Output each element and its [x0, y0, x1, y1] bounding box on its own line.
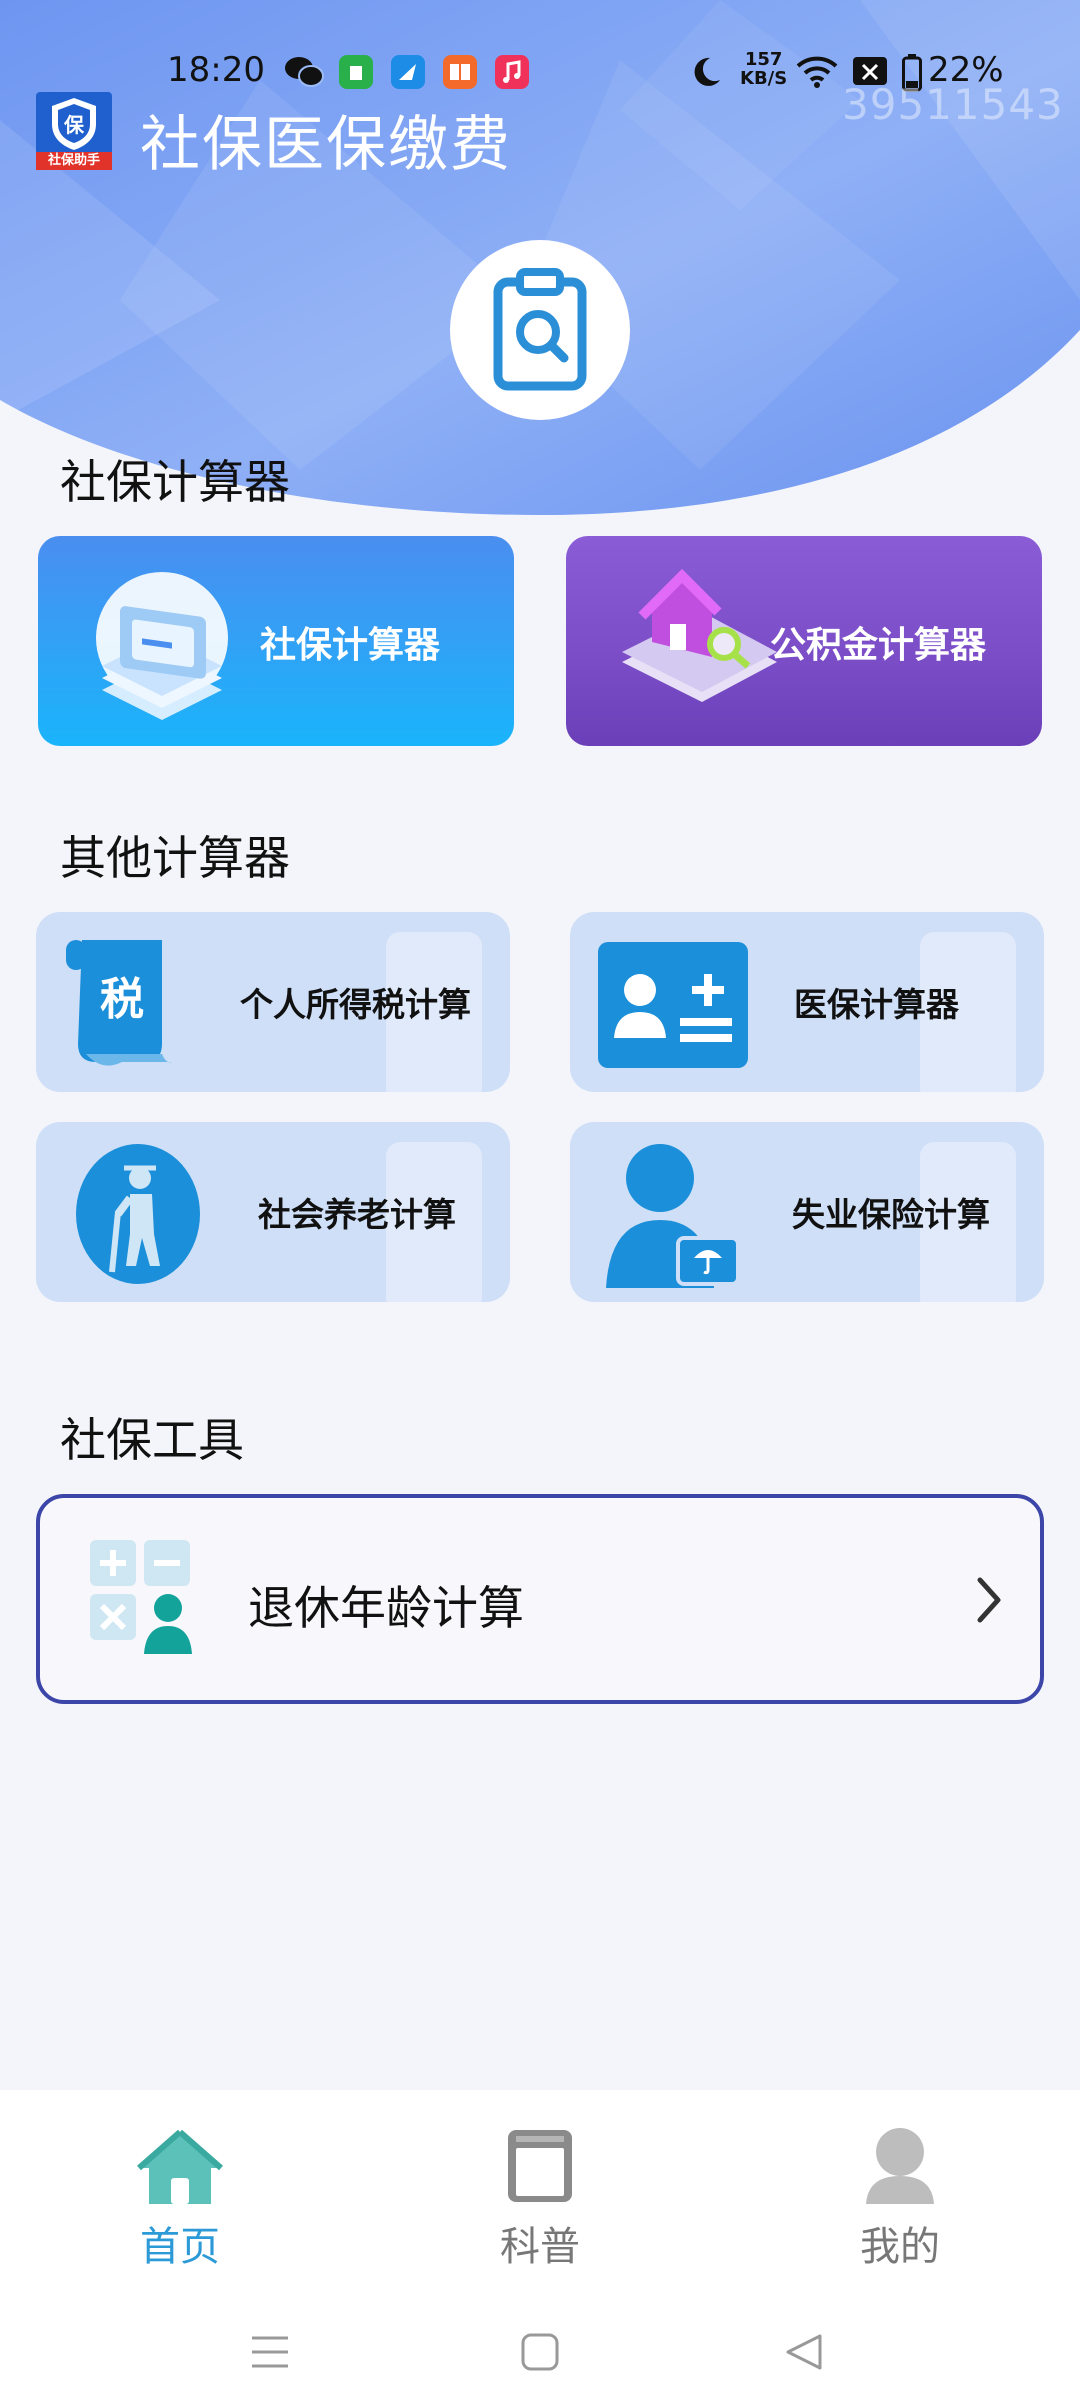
nav-label-home: 首页	[140, 2224, 220, 2270]
network-speed-value: 157	[744, 49, 783, 70]
nav-label-profile: 我的	[860, 2224, 940, 2270]
calculator-person-icon	[90, 1540, 192, 1654]
housing-fund-calc-card[interactable]: 公积金计算器	[566, 536, 1042, 746]
menu-icon[interactable]	[250, 2332, 290, 2372]
nav-label-science: 科普	[500, 2224, 580, 2270]
section-title-social: 社保计算器	[60, 455, 290, 509]
chevron-right-icon	[977, 1577, 1001, 1623]
wechat-icon	[285, 57, 324, 87]
tax-scroll-icon: 税	[66, 940, 172, 1066]
social-calc-label: 社保计算器	[260, 625, 441, 666]
id-card-plus-minus-icon	[598, 942, 748, 1068]
browser-icon	[391, 55, 425, 89]
music-icon	[495, 55, 529, 89]
social-calc-card[interactable]: 社保计算器	[38, 536, 514, 746]
income-tax-calc-card[interactable]: 税 个人所得税计算	[36, 912, 510, 1092]
app-title: 社保医保缴费	[140, 110, 512, 180]
pension-calc-label: 社会养老计算	[258, 1195, 456, 1234]
shield-icon: 保	[52, 98, 96, 150]
app-logo-caption: 社保助手	[36, 152, 112, 170]
section-title-tools: 社保工具	[60, 1413, 244, 1467]
network-speed-unit: KB/S	[740, 68, 788, 89]
network-speed: 157 KB/S	[740, 50, 787, 88]
android-store-icon	[339, 55, 373, 89]
income-tax-calc-label: 个人所得税计算	[240, 985, 471, 1024]
status-time: 18:20	[167, 50, 265, 90]
tax-scroll-text: 税	[100, 974, 144, 1025]
documents-stack-icon	[96, 572, 228, 720]
elderly-person-icon	[76, 1144, 200, 1284]
unemployment-insurance-calc-label: 失业保险计算	[792, 1195, 990, 1234]
nav-item-profile[interactable]: 我的	[800, 2090, 1000, 2290]
header: 18:20 157 KB/S 22% 39511543 保 社保助手 社保医保缴…	[0, 0, 1080, 520]
retirement-age-calc-label: 退休年龄计算	[248, 1581, 524, 1635]
reader-icon	[443, 55, 477, 89]
back-icon[interactable]	[784, 2332, 824, 2372]
unemployment-insurance-calc-card[interactable]: 失业保险计算	[570, 1122, 1044, 1302]
nav-item-science[interactable]: 科普	[440, 2090, 640, 2290]
pension-calc-card[interactable]: 社会养老计算	[36, 1122, 510, 1302]
section-title-other: 其他计算器	[60, 831, 290, 885]
medical-insurance-calc-label: 医保计算器	[794, 985, 959, 1024]
retirement-age-calc-item[interactable]: 退休年龄计算	[36, 1494, 1044, 1704]
watermark: 39511543	[842, 80, 1064, 129]
moon-icon	[694, 57, 720, 86]
home-button-icon[interactable]	[520, 2332, 560, 2372]
house-search-icon	[622, 568, 777, 702]
clipboard-search-icon	[493, 268, 587, 391]
book-icon	[508, 2130, 572, 2202]
app-logo-letter: 保	[63, 113, 85, 137]
housing-fund-calc-label: 公积金计算器	[770, 625, 987, 666]
hero-badge	[450, 240, 630, 420]
home-icon	[137, 2129, 223, 2204]
system-nav-bar	[0, 2290, 1080, 2400]
nav-item-home[interactable]: 首页	[80, 2090, 280, 2290]
person-umbrella-card-icon	[606, 1144, 740, 1288]
medical-insurance-calc-card[interactable]: 医保计算器	[570, 912, 1044, 1092]
wifi-icon	[796, 56, 838, 88]
profile-icon	[866, 2128, 934, 2204]
